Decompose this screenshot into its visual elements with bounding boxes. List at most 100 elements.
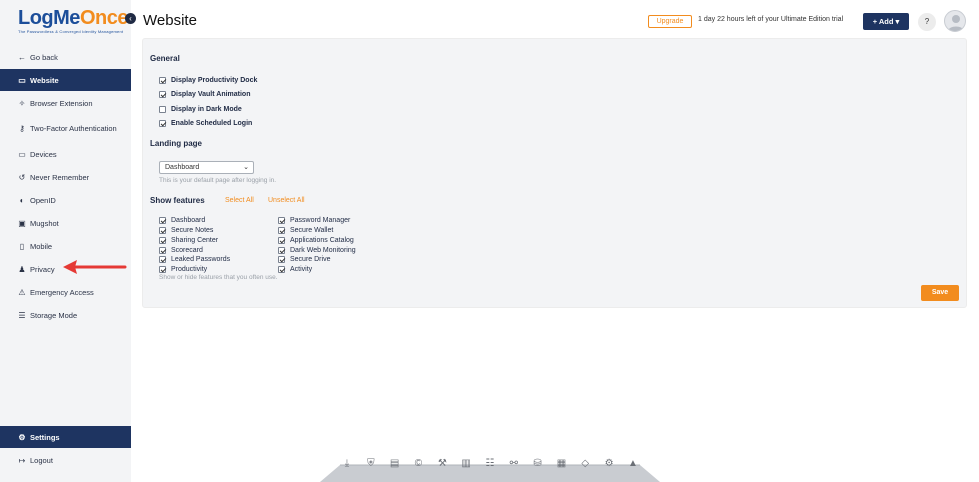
feature-secure-notes[interactable]: Secure Notes <box>159 225 213 235</box>
productivity-dock: ⤓ ⛨ ▤ © ⚒ ▥ ☷ ⚯ ⛁ ▦ ◇ ⚙ ▲ <box>320 455 660 482</box>
openid-icon: ◐ <box>19 195 25 205</box>
sidebar-item-logout[interactable]: ↦ Logout <box>0 449 131 471</box>
feature-password-manager[interactable]: Password Manager <box>278 215 350 225</box>
gear-icon: ⚙ <box>18 432 26 442</box>
sidebar-item-mugshot[interactable]: ▣ Mugshot <box>0 212 131 234</box>
unselect-all-link[interactable]: Unselect All <box>268 197 305 204</box>
option-label: Display Vault Animation <box>171 90 251 98</box>
settings-card <box>142 38 967 308</box>
annotation-arrow <box>63 260 127 274</box>
checkbox[interactable] <box>159 236 166 244</box>
checkbox[interactable] <box>278 216 285 224</box>
option-vault-animation[interactable]: Display Vault Animation <box>159 89 250 99</box>
sidebar-item-label: Mugshot <box>30 218 59 228</box>
gear-icon[interactable]: ⚙ <box>602 458 616 469</box>
arrow-left-icon: ← <box>18 52 26 62</box>
sidebar-item-label: Devices <box>30 149 57 159</box>
add-button[interactable]: + Add ▾ <box>863 13 909 30</box>
feature-productivity[interactable]: Productivity <box>159 264 207 274</box>
page-title: Website <box>143 12 197 29</box>
checkbox[interactable] <box>278 265 285 273</box>
download-icon[interactable]: ⤓ <box>340 458 354 469</box>
sidebar-item-label: Browser Extension <box>30 98 93 108</box>
checkbox[interactable] <box>159 226 166 234</box>
sidebar-item-settings[interactable]: ⚙ Settings <box>0 426 131 448</box>
landing-page-select[interactable]: Dashboard ⌄ <box>159 161 254 174</box>
incognito-icon: ♟ <box>18 264 26 274</box>
sidebar-item-two-factor[interactable]: ⚷ Two-Factor Authentication <box>0 117 131 139</box>
logo-part2: Once <box>79 7 129 29</box>
checkbox[interactable] <box>278 236 285 244</box>
logo[interactable]: LogMeOnce The Passwordless & Converged I… <box>18 7 128 36</box>
checkbox[interactable] <box>159 105 166 113</box>
option-label: Display Productivity Dock <box>171 76 258 84</box>
tag-icon[interactable]: ◇ <box>578 458 592 469</box>
option-dark-mode[interactable]: Display in Dark Mode <box>159 104 242 114</box>
sidebar-item-website[interactable]: ▭ Website <box>0 69 131 91</box>
sidebar-item-label: Go back <box>30 52 58 62</box>
checkbox[interactable] <box>278 246 285 254</box>
sidebar-item-emergency-access[interactable]: ⚠ Emergency Access <box>0 281 131 303</box>
feature-applications-catalog[interactable]: Applications Catalog <box>278 235 354 245</box>
select-all-link[interactable]: Select All <box>225 197 254 204</box>
feature-label: Leaked Passwords <box>171 255 231 263</box>
feature-dashboard[interactable]: Dashboard <box>159 215 205 225</box>
sidebar-item-storage-mode[interactable]: ☰ Storage Mode <box>0 304 131 326</box>
feature-label: Secure Wallet <box>290 226 334 234</box>
chart-icon[interactable]: ▥ <box>459 458 473 469</box>
option-productivity-dock[interactable]: Display Productivity Dock <box>159 75 257 85</box>
avatar[interactable] <box>944 10 966 32</box>
sidebar-item-go-back[interactable]: ← Go back <box>0 46 131 68</box>
checkbox[interactable] <box>159 265 166 273</box>
checkbox[interactable] <box>159 119 166 127</box>
feature-label: Dashboard <box>171 216 206 224</box>
copyright-icon[interactable]: © <box>411 458 425 469</box>
tools-icon[interactable]: ⚒ <box>435 458 449 469</box>
feature-activity[interactable]: Activity <box>278 264 312 274</box>
checkbox[interactable] <box>159 255 166 263</box>
sidebar-item-label: Mobile <box>30 241 53 251</box>
features-hint: Show or hide features that you often use… <box>159 274 278 281</box>
feature-label: Productivity <box>171 265 208 273</box>
camera-icon: ▣ <box>18 218 26 228</box>
feature-secure-drive[interactable]: Secure Drive <box>278 254 330 264</box>
logo-part1: LogMe <box>18 7 80 29</box>
sidebar-item-label: Never Remember <box>30 172 90 182</box>
notes-icon[interactable]: ☷ <box>483 458 497 469</box>
save-button[interactable]: Save <box>921 285 959 301</box>
sidebar-item-mobile[interactable]: ▯ Mobile <box>0 235 131 257</box>
checkbox[interactable] <box>159 216 166 224</box>
show-features-title: Show features <box>150 196 205 205</box>
checkbox[interactable] <box>278 226 285 234</box>
sidebar-item-label: OpenID <box>30 195 56 205</box>
sidebar-item-openid[interactable]: ◐ OpenID <box>0 189 131 211</box>
sidebar-item-label: Settings <box>30 432 60 442</box>
emergency-icon: ⚠ <box>18 287 26 297</box>
checkbox[interactable] <box>278 255 285 263</box>
checkbox[interactable] <box>159 246 166 254</box>
checkbox[interactable] <box>159 90 166 98</box>
feature-secure-wallet[interactable]: Secure Wallet <box>278 225 333 235</box>
feature-leaked-passwords[interactable]: Leaked Passwords <box>159 254 230 264</box>
sidebar-item-browser-extension[interactable]: ✧ Browser Extension <box>0 92 131 114</box>
sidebar-item-label: Privacy <box>30 264 55 274</box>
checkbox[interactable] <box>159 76 166 84</box>
share-icon[interactable]: ⚯ <box>507 458 521 469</box>
feature-label: Sharing Center <box>171 236 219 244</box>
sidebar-item-devices[interactable]: ▭ Devices <box>0 143 131 165</box>
collapse-sidebar-button[interactable]: ‹ <box>125 13 136 24</box>
upgrade-button[interactable]: Upgrade <box>648 15 692 28</box>
feature-label: Applications Catalog <box>290 236 354 244</box>
option-scheduled-login[interactable]: Enable Scheduled Login <box>159 118 252 128</box>
drive-icon[interactable]: ⛁ <box>531 458 545 469</box>
feature-sharing-center[interactable]: Sharing Center <box>159 235 218 245</box>
sidebar-item-never-remember[interactable]: ↺ Never Remember <box>0 166 131 188</box>
help-button[interactable]: ? <box>918 13 936 31</box>
feature-label: Secure Notes <box>171 226 214 234</box>
wallet-icon[interactable]: ▤ <box>388 458 402 469</box>
graduation-icon[interactable]: ▲ <box>626 458 640 469</box>
shield-icon[interactable]: ⛨ <box>364 458 378 469</box>
browser-window-icon: ▭ <box>18 75 26 85</box>
devices-icon: ▭ <box>18 149 26 159</box>
catalog-icon[interactable]: ▦ <box>554 458 568 469</box>
